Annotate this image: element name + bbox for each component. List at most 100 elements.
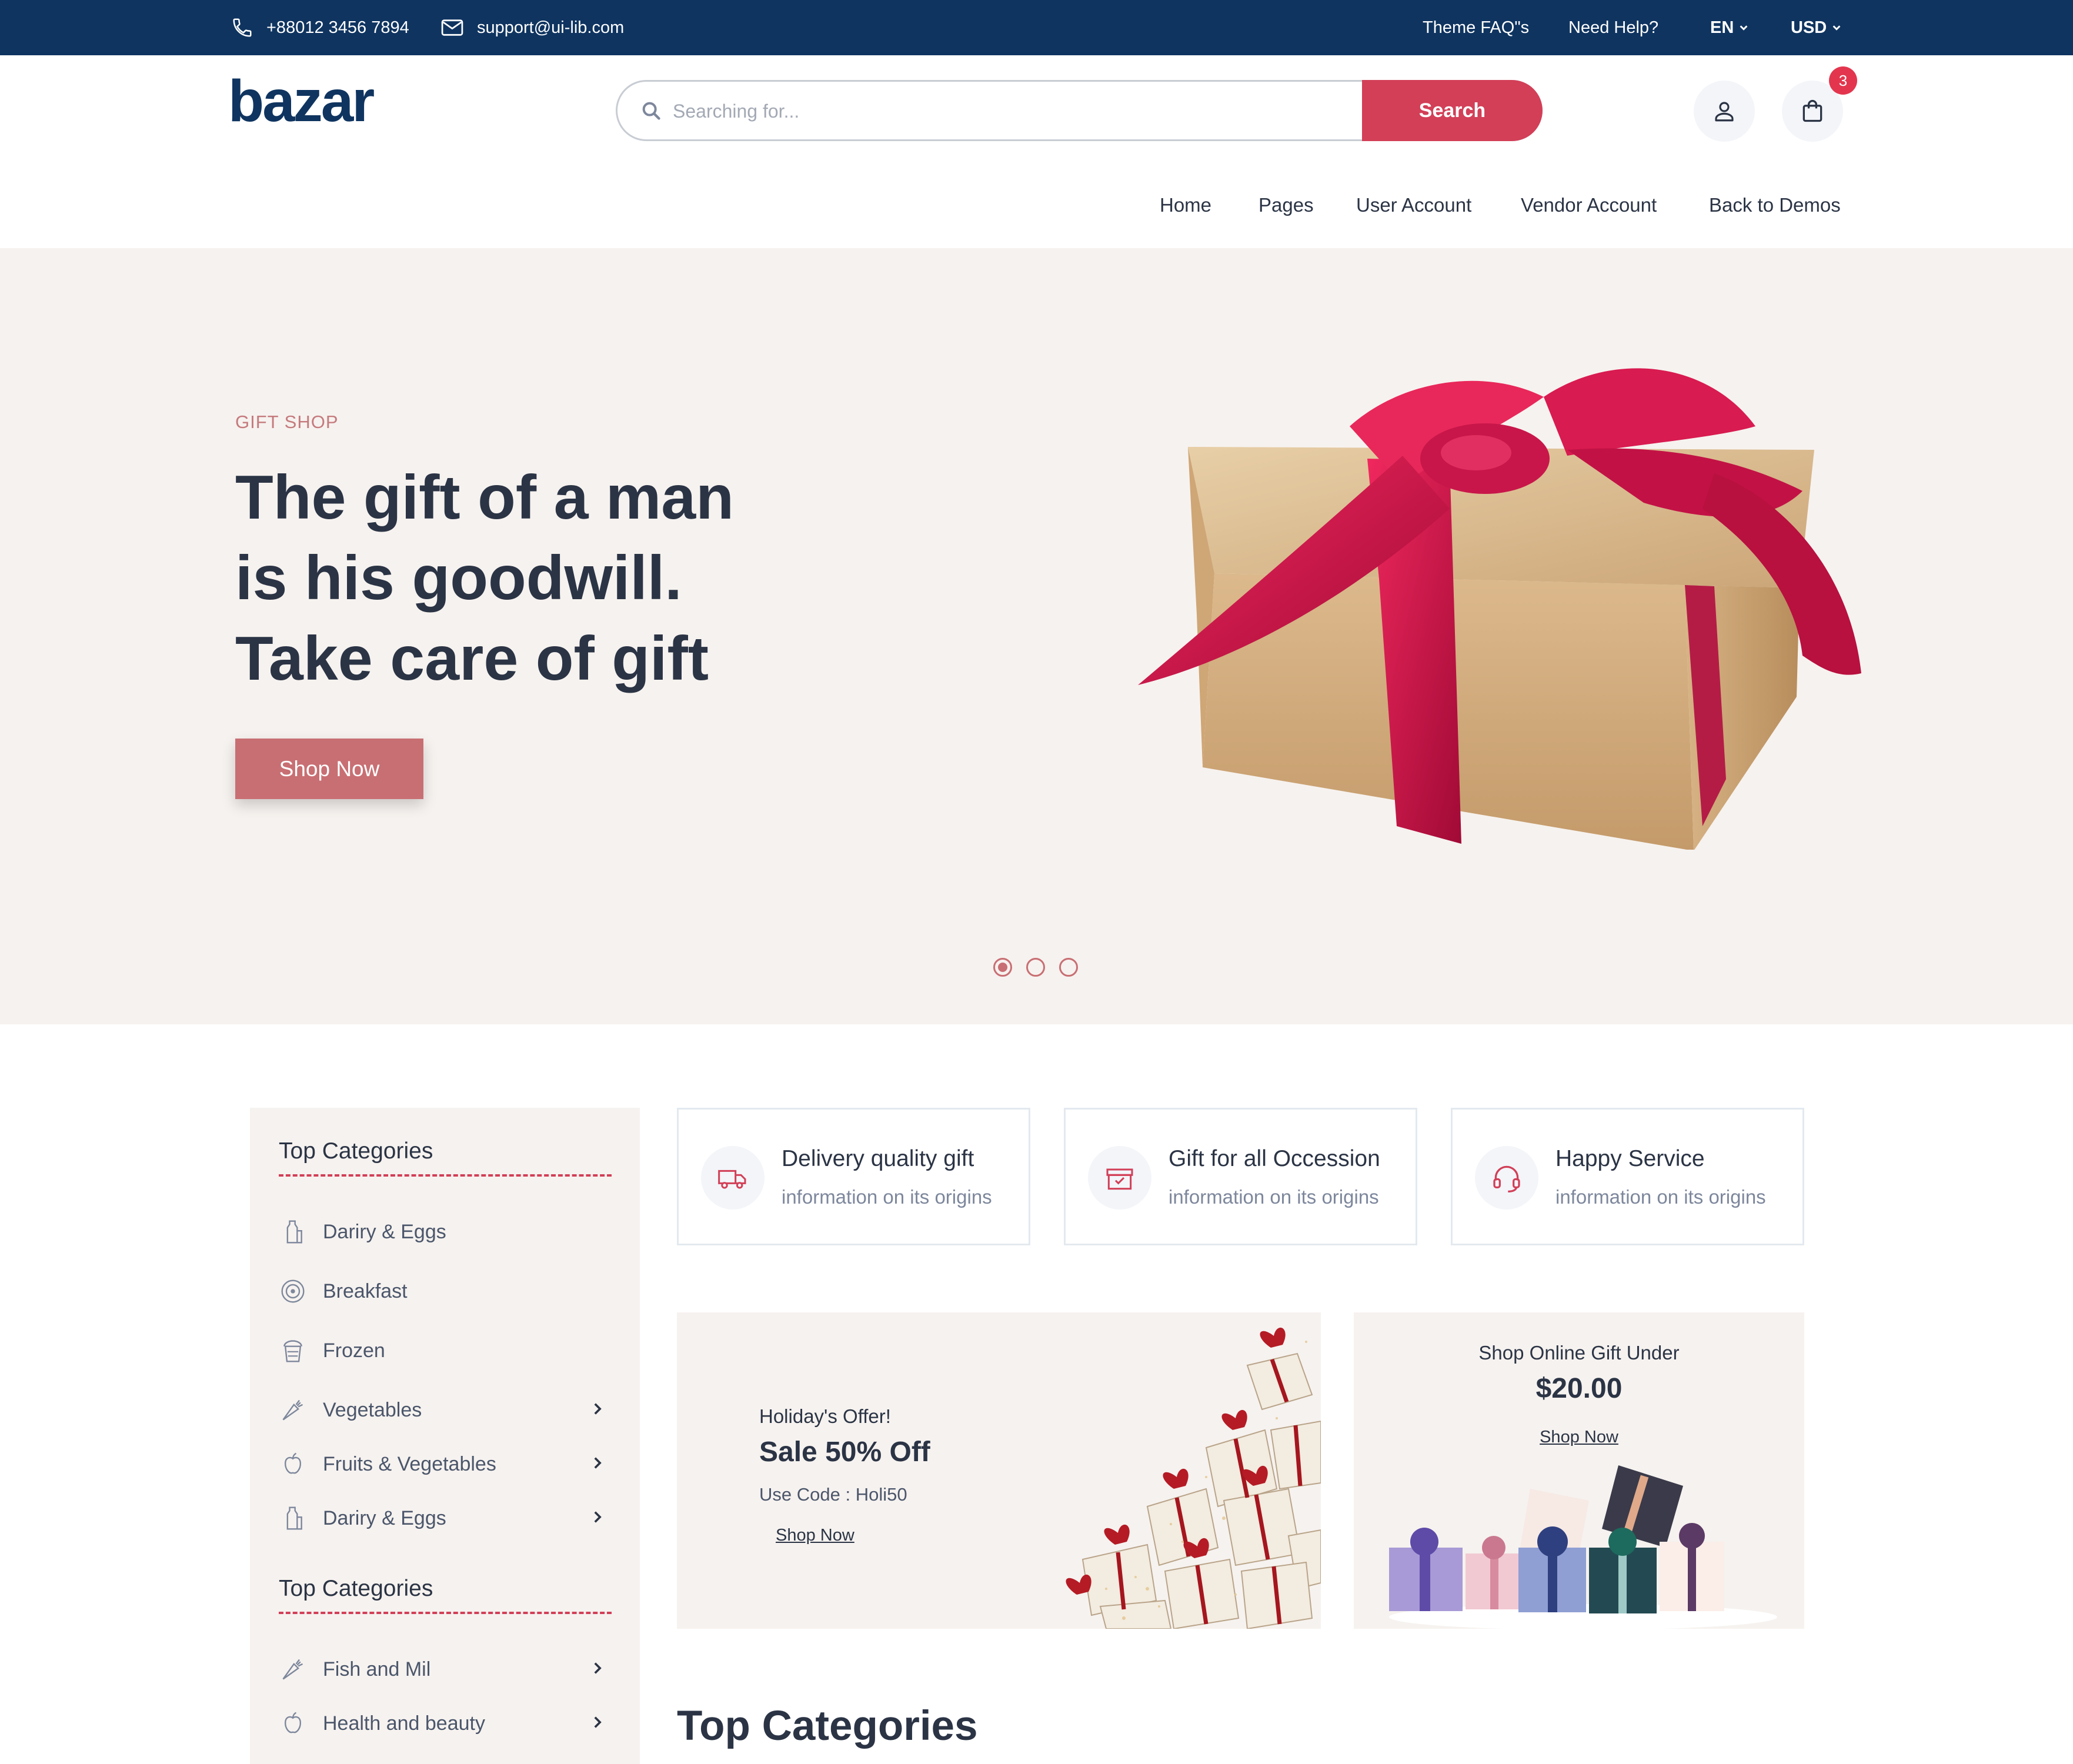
gift-boxes-image xyxy=(1383,1459,1783,1629)
promo-headline: Sale 50% Off xyxy=(759,1436,930,1468)
sidebar-item-label: Dariry & Eggs xyxy=(323,1220,446,1243)
hero-tag: GIFT SHOP xyxy=(235,412,339,432)
theme-faq-label: Theme FAQ"s xyxy=(1423,18,1530,37)
apple-icon xyxy=(279,1450,307,1478)
top-bar: +88012 3456 7894 support@ui-lib.com Them… xyxy=(0,0,2073,55)
phone-icon xyxy=(233,18,252,37)
service-title: Delivery quality gift xyxy=(782,1146,974,1171)
phone-number: +88012 3456 7894 xyxy=(266,18,409,37)
account-button[interactable] xyxy=(1694,81,1755,142)
sidebar-item-label: Fruits & Vegetables xyxy=(323,1452,496,1475)
holiday-offer-banner[interactable]: Holiday's Offer! Sale 50% Off Use Code :… xyxy=(677,1312,1321,1629)
service-subtitle: information on its origins xyxy=(1169,1186,1379,1208)
sidebar-item-breakfast[interactable]: Breakfast xyxy=(279,1274,612,1309)
sidebar-section-title: Top Categories xyxy=(279,1576,433,1601)
sidebar-item-label: Breakfast xyxy=(323,1279,408,1302)
sidebar-item-health-beauty[interactable]: Health and beauty xyxy=(279,1706,612,1741)
service-subtitle: information on its origins xyxy=(782,1186,992,1208)
category-sidebar: Top Categories Dariry & Eggs Breakfast F… xyxy=(250,1108,640,1764)
apple-icon xyxy=(279,1709,307,1738)
sidebar-section-title: Top Categories xyxy=(279,1138,433,1164)
sidebar-item-dairy-eggs[interactable]: Dariry & Eggs xyxy=(279,1214,612,1250)
service-card-occasion: Gift for all Occession information on it… xyxy=(1064,1108,1417,1245)
need-help-link[interactable]: Need Help? xyxy=(1568,0,1658,55)
theme-faq-link[interactable]: Theme FAQ"s xyxy=(1423,0,1529,55)
svg-text:bazar: bazar xyxy=(228,75,374,132)
service-title: Happy Service xyxy=(1555,1146,1705,1171)
service-card-delivery: Delivery quality gift information on its… xyxy=(677,1108,1030,1245)
delivery-truck-icon xyxy=(701,1146,765,1210)
sidebar-item-fruits-vegetables[interactable]: Fruits & Vegetables xyxy=(279,1446,612,1482)
language-label: EN xyxy=(1710,18,1734,37)
frozen-cup-icon xyxy=(279,1337,307,1365)
promo-price: $20.00 xyxy=(1535,1373,1623,1404)
promo-code: Use Code : Holi50 xyxy=(759,1484,907,1505)
carousel-dot-2[interactable] xyxy=(1026,958,1045,977)
topbar-email[interactable]: support@ui-lib.com xyxy=(440,0,624,55)
hero-title-line: Take care of gift xyxy=(235,624,709,693)
sidebar-item-frozen[interactable]: Frozen xyxy=(279,1333,612,1368)
chevron-down-icon xyxy=(1832,25,1841,31)
hero-title-line: The gift of a man xyxy=(235,463,734,532)
language-select[interactable]: EN xyxy=(1710,0,1749,55)
chevron-right-icon xyxy=(594,1403,602,1415)
nav-back-to-demos[interactable]: Back to Demos xyxy=(1709,194,1841,216)
gift-pile-image xyxy=(1030,1312,1321,1629)
chevron-down-icon xyxy=(1740,25,1748,31)
chevron-right-icon xyxy=(594,1511,602,1523)
sidebar-item-label: Vegetables xyxy=(323,1398,422,1421)
sidebar-item-label: Frozen xyxy=(323,1339,385,1362)
section-divider xyxy=(279,1612,612,1614)
hero-title: The gift of a man is his goodwill. Take … xyxy=(235,457,853,699)
currency-select[interactable]: USD xyxy=(1791,0,1842,55)
nav-pages[interactable]: Pages xyxy=(1259,194,1314,216)
service-subtitle: information on its origins xyxy=(1555,1186,1766,1208)
search-icon xyxy=(642,102,660,120)
cart-count: 3 xyxy=(1838,71,1848,89)
topbar-phone[interactable]: +88012 3456 7894 xyxy=(231,0,409,55)
search-button-label: Search xyxy=(1418,99,1486,122)
logo-mark: bazar xyxy=(228,75,376,132)
need-help-label: Need Help? xyxy=(1568,18,1659,37)
service-card-happy-service: Happy Service information on its origins xyxy=(1451,1108,1804,1245)
nav-vendor-account[interactable]: Vendor Account xyxy=(1521,194,1657,216)
search-input[interactable] xyxy=(672,82,1350,139)
gift-box-image xyxy=(1038,356,1867,850)
carousel-dot-1[interactable] xyxy=(993,958,1012,977)
sidebar-item-dairy-eggs-2[interactable]: Dariry & Eggs xyxy=(279,1501,612,1536)
top-categories-heading: Top Categories xyxy=(677,1703,978,1749)
sidebar-item-label: Health and beauty xyxy=(323,1712,485,1735)
carrot-icon xyxy=(279,1396,307,1424)
carrot-icon xyxy=(279,1655,307,1683)
chevron-right-icon xyxy=(594,1662,602,1674)
currency-label: USD xyxy=(1791,18,1827,37)
sidebar-item-label: Fish and Mil xyxy=(323,1658,431,1681)
gift-box-icon xyxy=(1088,1146,1151,1210)
headset-icon xyxy=(1475,1146,1538,1210)
milk-bottle-icon xyxy=(279,1504,307,1532)
chevron-right-icon xyxy=(594,1457,602,1469)
bazar-logo[interactable]: bazar xyxy=(228,75,399,132)
nav-home[interactable]: Home xyxy=(1160,194,1211,216)
sidebar-item-label: Dariry & Eggs xyxy=(323,1506,446,1529)
shopping-bag-icon xyxy=(1802,99,1822,122)
search-button[interactable]: Search xyxy=(1362,80,1543,141)
carousel-dot-3[interactable] xyxy=(1059,958,1078,977)
promo-shop-now-link[interactable]: Shop Now xyxy=(776,1526,854,1545)
sidebar-item-vegetables[interactable]: Vegetables xyxy=(279,1392,612,1428)
user-icon xyxy=(1715,102,1734,122)
sidebar-item-fish-and-mil[interactable]: Fish and Mil xyxy=(279,1652,612,1687)
gift-under-20-banner[interactable]: Shop Online Gift Under $20.00 Shop Now xyxy=(1354,1312,1804,1629)
milk-bottle-icon xyxy=(279,1218,307,1246)
promo-shop-now-link[interactable]: Shop Now xyxy=(1354,1428,1804,1447)
hero-title-line: is his goodwill. xyxy=(235,543,682,613)
hero-shop-now-button[interactable]: Shop Now xyxy=(235,739,423,799)
breakfast-plate-icon xyxy=(279,1277,307,1305)
nav-user-account[interactable]: User Account xyxy=(1356,194,1471,216)
cart-count-badge: 3 xyxy=(1829,66,1857,95)
chevron-right-icon xyxy=(594,1716,602,1728)
mail-icon xyxy=(441,19,463,36)
service-title: Gift for all Occession xyxy=(1169,1146,1380,1171)
promo-kicker: Holiday's Offer! xyxy=(759,1405,891,1427)
email-address: support@ui-lib.com xyxy=(477,18,625,37)
